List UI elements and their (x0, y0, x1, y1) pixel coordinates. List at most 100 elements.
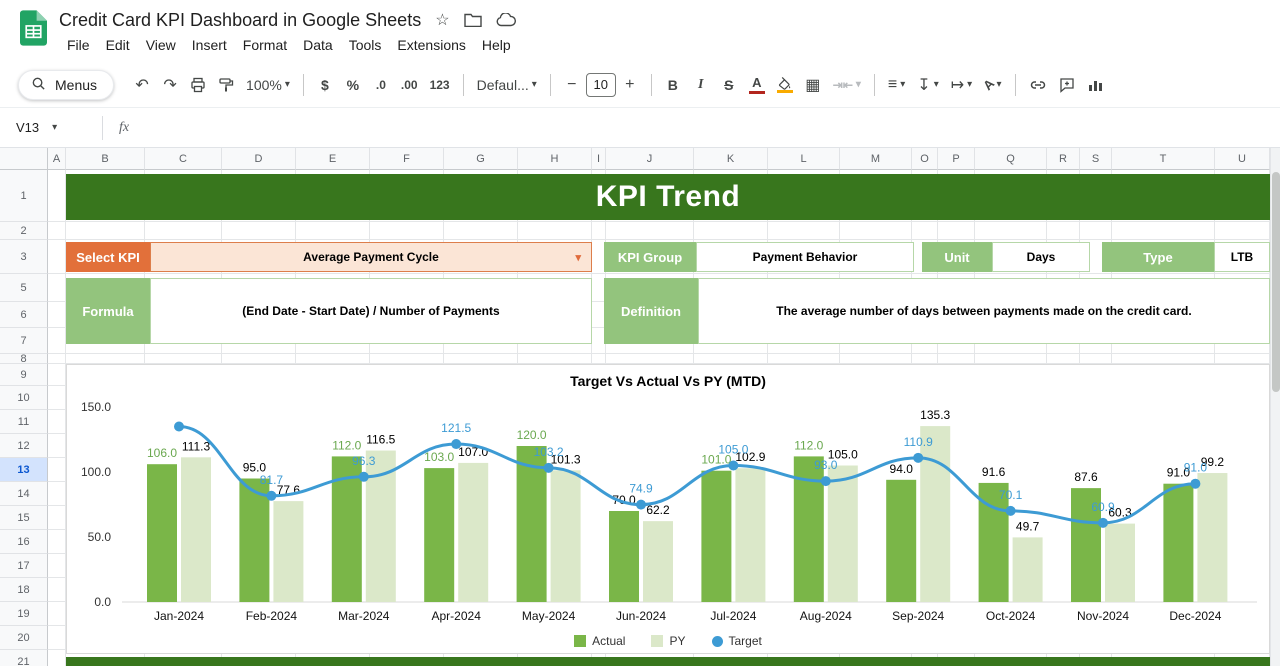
column-header-O[interactable]: O (912, 148, 938, 170)
paint-format-icon[interactable] (213, 71, 239, 99)
row-header-7[interactable]: 7 (0, 328, 48, 354)
column-header-C[interactable]: C (145, 148, 222, 170)
italic-button[interactable]: I (688, 71, 714, 99)
column-header-P[interactable]: P (938, 148, 975, 170)
row-header-13[interactable]: 13 (0, 458, 48, 482)
column-header-J[interactable]: J (606, 148, 694, 170)
definition-value[interactable]: The average number of days between payme… (698, 278, 1270, 344)
merge-cells-button[interactable]: ⇥⇤ ▾ (828, 71, 866, 99)
menu-item-extensions[interactable]: Extensions (389, 35, 473, 55)
menu-item-format[interactable]: Format (235, 35, 295, 55)
undo-button[interactable]: ↶ (129, 71, 155, 99)
increase-font-size-button[interactable]: + (617, 71, 643, 99)
fill-color-button[interactable] (772, 71, 798, 99)
menu-item-edit[interactable]: Edit (98, 35, 138, 55)
format-currency-button[interactable]: $ (312, 71, 338, 99)
menu-item-insert[interactable]: Insert (184, 35, 235, 55)
decrease-font-size-button[interactable]: − (559, 71, 585, 99)
row-header-15[interactable]: 15 (0, 506, 48, 530)
column-header-U[interactable]: U (1215, 148, 1270, 170)
column-header-T[interactable]: T (1112, 148, 1215, 170)
row-header-11[interactable]: 11 (0, 410, 48, 434)
column-header-B[interactable]: B (66, 148, 145, 170)
column-header-H[interactable]: H (518, 148, 592, 170)
kpi-trend-chart[interactable]: Target Vs Actual Vs PY (MTD) 0.0 50.0 100.… (66, 364, 1270, 654)
column-header-I[interactable]: I (592, 148, 606, 170)
column-header-E[interactable]: E (296, 148, 370, 170)
column-header-M[interactable]: M (840, 148, 912, 170)
increase-decimals-button[interactable]: .00 (396, 71, 423, 99)
row-header-16[interactable]: 16 (0, 530, 48, 554)
star-icon[interactable]: ☆ (435, 10, 449, 30)
column-header-L[interactable]: L (768, 148, 840, 170)
cloud-status-icon[interactable] (496, 13, 516, 27)
sheets-logo-icon[interactable] (20, 10, 47, 51)
number-format-button[interactable]: 123 (425, 71, 455, 99)
row-header-17[interactable]: 17 (0, 554, 48, 578)
row-header-5[interactable]: 5 (0, 274, 48, 302)
font-size-input[interactable] (585, 72, 616, 97)
row-header-1[interactable]: 1 (0, 170, 48, 222)
vertical-scrollbar[interactable] (1270, 148, 1280, 666)
select-all-corner[interactable] (0, 148, 48, 170)
row-header-6[interactable]: 6 (0, 302, 48, 328)
row-header-18[interactable]: 18 (0, 578, 48, 602)
toolbar-divider (549, 73, 551, 96)
borders-button[interactable]: ▦ (800, 71, 826, 99)
name-box[interactable]: V13 ▾ (0, 120, 92, 135)
column-header-F[interactable]: F (370, 148, 444, 170)
menu-item-help[interactable]: Help (474, 35, 519, 55)
vertical-align-button[interactable]: ↧ ▾ (912, 71, 943, 99)
bold-button[interactable]: B (660, 71, 686, 99)
formula-value[interactable]: (End Date - Start Date) / Number of Paym… (150, 278, 592, 344)
kpi-group-value[interactable]: Payment Behavior (696, 242, 914, 272)
row-header-3[interactable]: 3 (0, 240, 48, 274)
zoom-select[interactable]: 100% ▾ (240, 71, 296, 99)
insert-chart-icon[interactable] (1082, 71, 1108, 99)
row-header-20[interactable]: 20 (0, 626, 48, 650)
row-header-12[interactable]: 12 (0, 434, 48, 458)
formula-input[interactable] (143, 112, 1280, 143)
row-header-9[interactable]: 9 (0, 364, 48, 386)
decrease-decimals-button[interactable]: .0 (368, 71, 394, 99)
print-icon[interactable] (185, 71, 211, 99)
row-header-10[interactable]: 10 (0, 386, 48, 410)
doc-title[interactable]: Credit Card KPI Dashboard in Google Shee… (59, 10, 421, 31)
sheet-canvas[interactable]: KPI Trend Select KPI Average Payment Cyc… (48, 170, 1270, 666)
kpi-dropdown[interactable]: Average Payment Cycle ▾ (150, 242, 592, 272)
svg-text:103.2: 103.2 (534, 445, 564, 459)
column-header-K[interactable]: K (694, 148, 768, 170)
svg-text:Apr-2024: Apr-2024 (432, 609, 482, 623)
row-header-14[interactable]: 14 (0, 482, 48, 506)
text-rotation-button[interactable]: A ▾ (979, 71, 1006, 99)
insert-link-icon[interactable] (1024, 71, 1052, 99)
row-header-2[interactable]: 2 (0, 222, 48, 240)
move-folder-icon[interactable] (463, 13, 482, 27)
font-select[interactable]: Defaul... ▾ (471, 71, 543, 99)
menu-item-view[interactable]: View (138, 35, 184, 55)
column-header-D[interactable]: D (222, 148, 296, 170)
menus-search-button[interactable]: Menus (18, 69, 115, 100)
search-icon (31, 76, 46, 94)
strikethrough-button[interactable]: S (716, 71, 742, 99)
menu-item-file[interactable]: File (59, 35, 98, 55)
column-header-S[interactable]: S (1080, 148, 1112, 170)
unit-value[interactable]: Days (992, 242, 1090, 272)
menu-item-data[interactable]: Data (295, 35, 341, 55)
row-header-19[interactable]: 19 (0, 602, 48, 626)
text-wrap-button[interactable]: ↦ ▾ (946, 71, 977, 99)
redo-button[interactable]: ↷ (157, 71, 183, 99)
row-header-21[interactable]: 21 (0, 650, 48, 666)
column-header-R[interactable]: R (1047, 148, 1080, 170)
menu-item-tools[interactable]: Tools (341, 35, 390, 55)
horizontal-align-button[interactable]: ≡ ▾ (883, 71, 910, 99)
scrollbar-thumb[interactable] (1272, 172, 1280, 392)
type-value[interactable]: LTB (1214, 242, 1270, 272)
row-header-8[interactable]: 8 (0, 354, 48, 364)
column-header-A[interactable]: A (48, 148, 66, 170)
format-percent-button[interactable]: % (340, 71, 366, 99)
column-header-G[interactable]: G (444, 148, 518, 170)
insert-comment-icon[interactable] (1054, 71, 1080, 99)
text-color-button[interactable]: A (744, 71, 770, 99)
column-header-Q[interactable]: Q (975, 148, 1047, 170)
